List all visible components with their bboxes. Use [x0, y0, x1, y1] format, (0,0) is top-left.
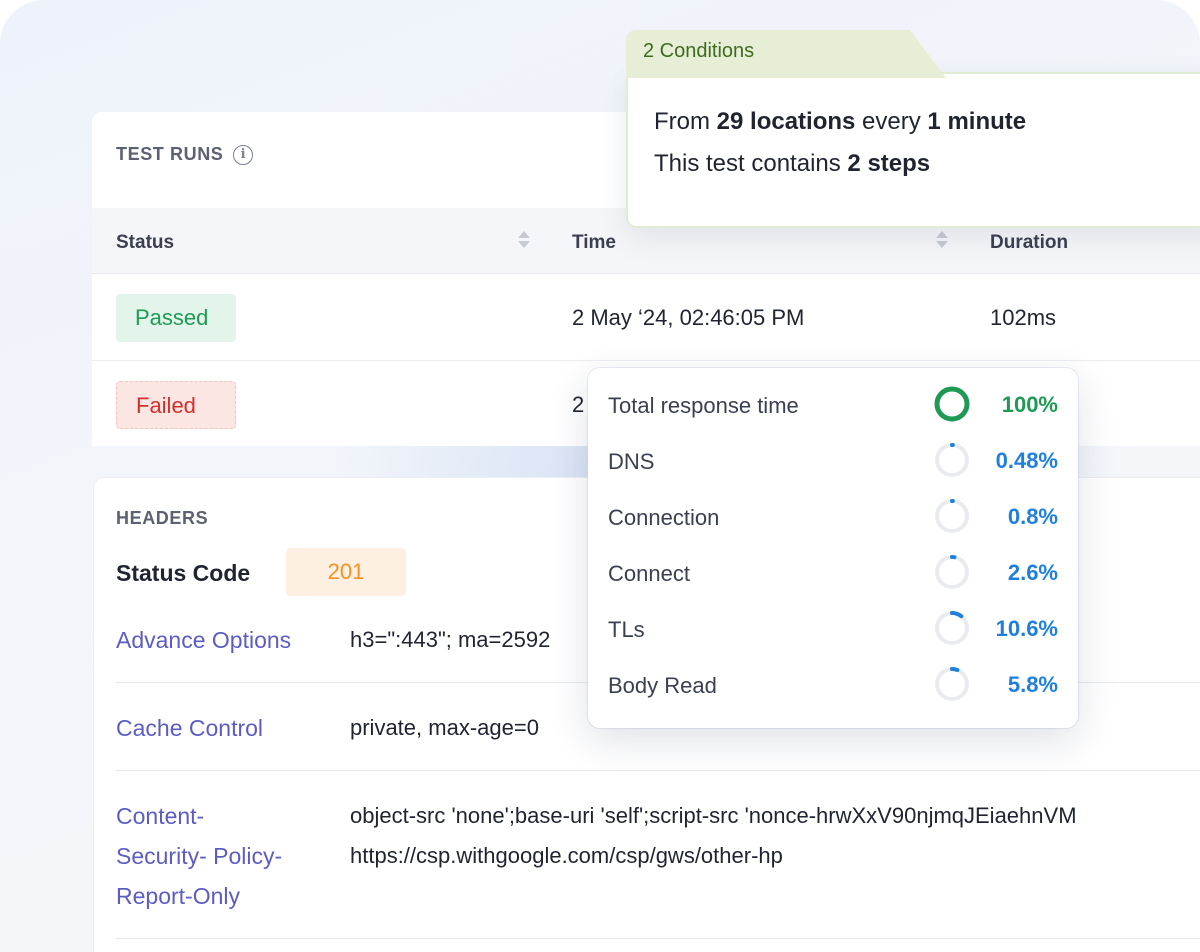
response-metric-row: DNS 0.48% — [588, 436, 1078, 492]
status-badge-passed: Passed — [116, 294, 236, 342]
conditions-text: From — [654, 108, 717, 135]
conditions-steps: This test contains 2 steps — [654, 150, 930, 178]
metric-value: 0.48% — [995, 448, 1058, 473]
header-key-advance-options[interactable]: Advance Options — [116, 620, 291, 660]
sort-icon[interactable] — [518, 229, 530, 251]
progress-ring-icon — [935, 667, 969, 701]
sort-icon[interactable] — [936, 229, 948, 251]
header-key-csp-line-3[interactable]: Report-Only — [116, 876, 240, 916]
metric-label: DNS — [608, 449, 655, 474]
conditions-tab-label[interactable]: 2 Conditions — [643, 40, 754, 63]
metric-value: 10.6% — [995, 616, 1058, 641]
run-duration: 102ms — [990, 305, 1057, 330]
conditions-interval: 1 minute — [927, 108, 1027, 135]
progress-ring-track — [935, 555, 969, 589]
metric-value: 5.8% — [1007, 672, 1058, 697]
status-code-label: Status Code — [116, 560, 251, 586]
progress-ring-icon — [935, 555, 969, 589]
metric-value: 0.8% — [1007, 504, 1058, 529]
metric-value: 100% — [1001, 392, 1058, 417]
test-runs-title-text: TEST RUNS — [116, 144, 224, 164]
response-metric-row: Body Read 5.8% — [588, 660, 1078, 716]
header-key-csp-line-1[interactable]: Content- — [116, 796, 204, 836]
progress-ring-track — [935, 499, 969, 533]
divider — [116, 770, 1200, 771]
header-value-line-2: https://csp.withgoogle.com/csp/gws/other… — [350, 843, 783, 868]
info-icon[interactable]: i — [233, 144, 254, 165]
metric-label: Connection — [608, 505, 720, 530]
progress-ring-icon — [935, 499, 969, 533]
status-badge-failed: Failed — [116, 381, 236, 429]
progress-ring-icon — [935, 611, 969, 645]
header-value-line-1: object-src 'none';base-uri 'self';script… — [350, 803, 1077, 828]
table-row[interactable]: Passed 2 May ‘24, 02:46:05 PM 102ms — [92, 274, 1200, 361]
progress-ring-track — [935, 443, 969, 477]
test-runs-title: TEST RUNS i — [116, 144, 254, 165]
metric-label: Total response time — [608, 393, 799, 418]
metric-label: Body Read — [608, 673, 717, 698]
run-time: 2 May ‘24, 02:46:05 PM — [572, 305, 805, 330]
response-metric-row: TLs 10.6% — [588, 604, 1078, 660]
run-time: 2 — [572, 392, 585, 417]
headers-title: HEADERS — [116, 508, 209, 528]
divider — [116, 938, 1200, 939]
header-value: h3=":443"; ma=2592 — [350, 627, 551, 652]
conditions-schedule: From 29 locations every 1 minute — [654, 108, 1026, 136]
progress-ring-track — [935, 667, 969, 701]
column-header-time[interactable]: Time — [572, 232, 616, 254]
column-header-status[interactable]: Status — [116, 232, 174, 254]
conditions-text: every — [855, 108, 928, 135]
metric-label: Connect — [608, 561, 690, 586]
conditions-popover: From 29 locations every 1 minute This te… — [626, 72, 1200, 228]
metric-label: TLs — [608, 617, 645, 642]
response-time-popover: Total response time 100% DNS 0.48% Connectio… — [588, 368, 1078, 728]
conditions-locations: 29 locations — [716, 108, 856, 135]
header-key-cache-control[interactable]: Cache Control — [116, 708, 263, 748]
column-header-duration[interactable]: Duration — [990, 232, 1068, 254]
header-key-csp-line-2[interactable]: Security- Policy- — [116, 836, 282, 876]
progress-ring-fill — [934, 386, 970, 422]
progress-ring-icon — [935, 443, 969, 477]
response-metric-row: Connect 2.6% — [588, 548, 1078, 604]
conditions-step-count: 2 steps — [847, 150, 931, 177]
page-background: TEST RUNS i Status Time Duration Passed … — [0, 0, 1200, 952]
conditions-text: This test contains — [654, 150, 848, 177]
progress-ring-icon — [934, 386, 970, 422]
response-metric-row: Total response time 100% — [588, 380, 1078, 436]
header-value: private, max-age=0 — [350, 715, 539, 740]
response-metric-row: Connection 0.8% — [588, 492, 1078, 548]
metric-value: 2.6% — [1007, 560, 1058, 585]
status-code-badge: 201 — [286, 548, 406, 596]
